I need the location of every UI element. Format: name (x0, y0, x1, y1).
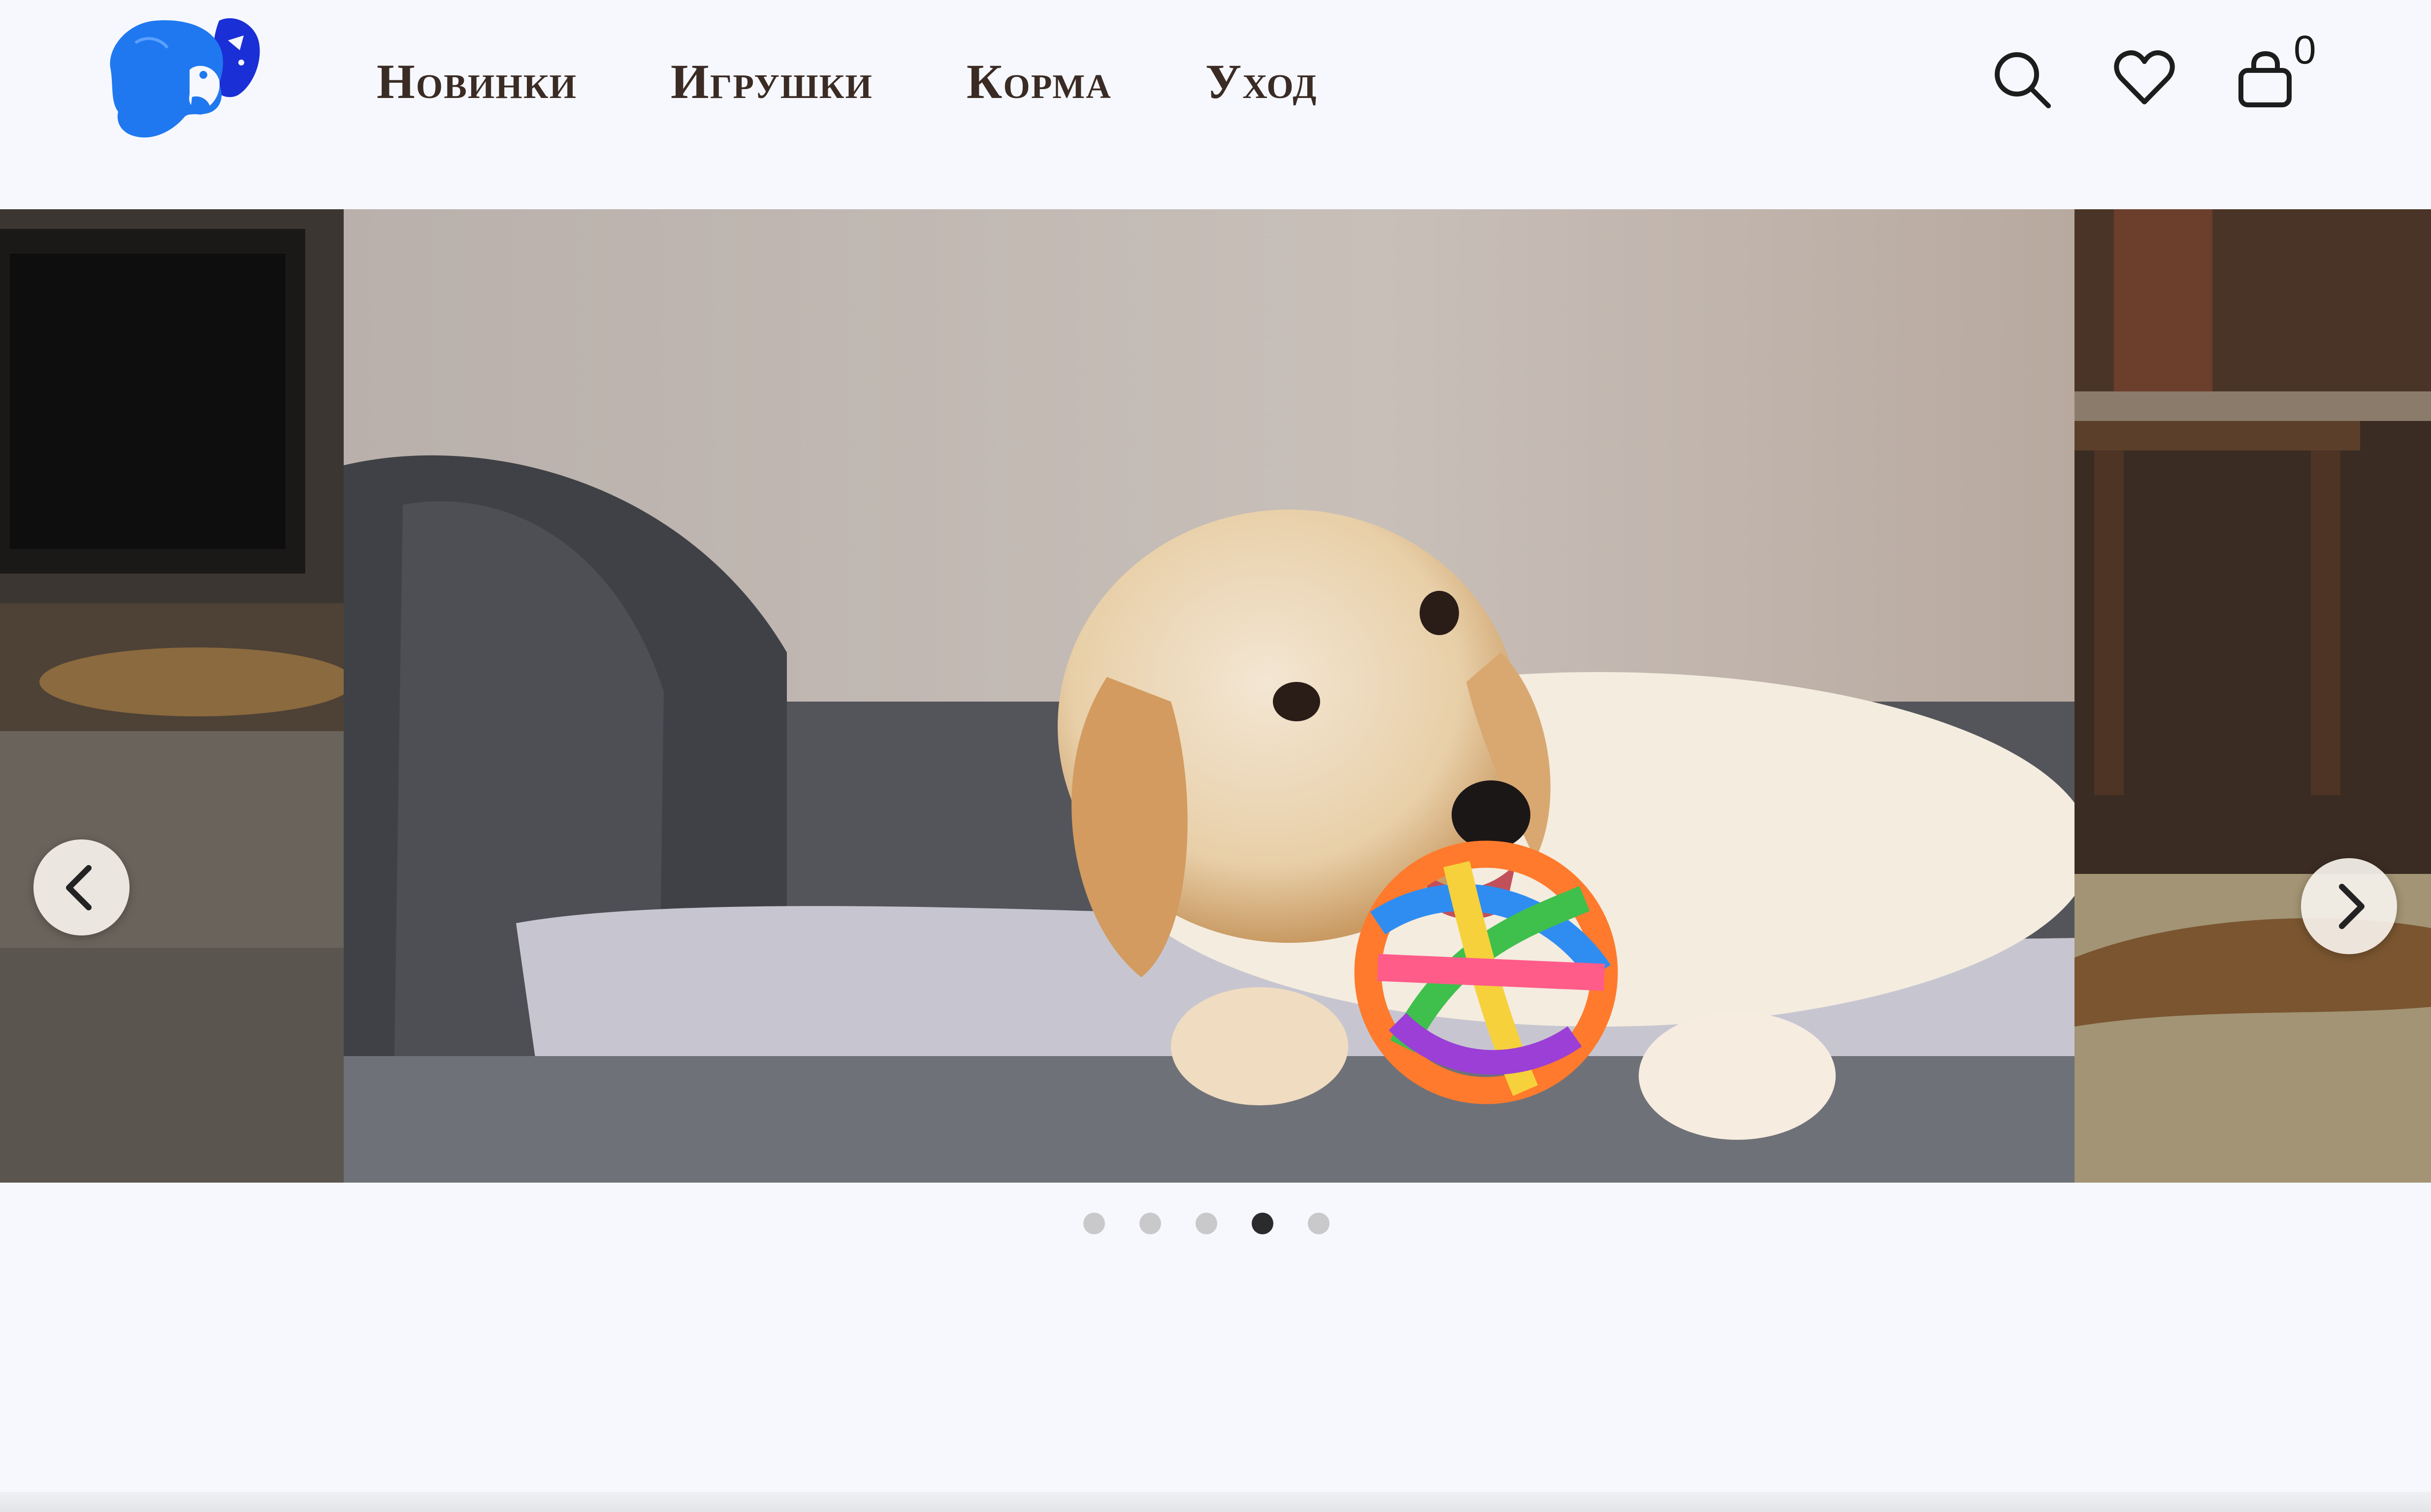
hero-slider (0, 209, 2431, 1183)
main-nav: Новинки Игрушки Корма Уход (377, 52, 1317, 111)
pagination-dot[interactable] (1308, 1213, 1329, 1234)
pagination-dot[interactable] (1083, 1213, 1105, 1234)
heart-icon[interactable] (2112, 47, 2176, 111)
search-icon[interactable] (1989, 47, 2053, 111)
pagination-dot[interactable] (1139, 1213, 1161, 1234)
nav-item-new[interactable]: Новинки (377, 53, 577, 110)
cart-count-badge: 0 (2294, 28, 2316, 72)
window-bottom-edge (0, 1492, 2431, 1512)
dog-head-logo-icon[interactable] (96, 11, 263, 144)
nav-item-toys[interactable]: Игрушки (671, 53, 873, 110)
shopping-bag-icon[interactable] (2233, 47, 2297, 111)
chevron-right-icon[interactable] (2301, 858, 2397, 954)
slide-previous[interactable] (0, 209, 344, 1183)
pagination-dot-active[interactable] (1252, 1213, 1273, 1234)
nav-item-care[interactable]: Уход (1205, 53, 1318, 110)
page: Новинки Игрушки Корма Уход 0 (0, 0, 2431, 1512)
slide-next[interactable] (2074, 209, 2431, 1183)
nav-item-food[interactable]: Корма (967, 53, 1112, 110)
pagination-dot[interactable] (1196, 1213, 1217, 1234)
chevron-left-icon[interactable] (33, 839, 130, 935)
slide-active[interactable] (344, 209, 2074, 1183)
slider-pagination (1083, 1211, 1329, 1236)
site-header: Новинки Игрушки Корма Уход 0 (0, 0, 2431, 209)
